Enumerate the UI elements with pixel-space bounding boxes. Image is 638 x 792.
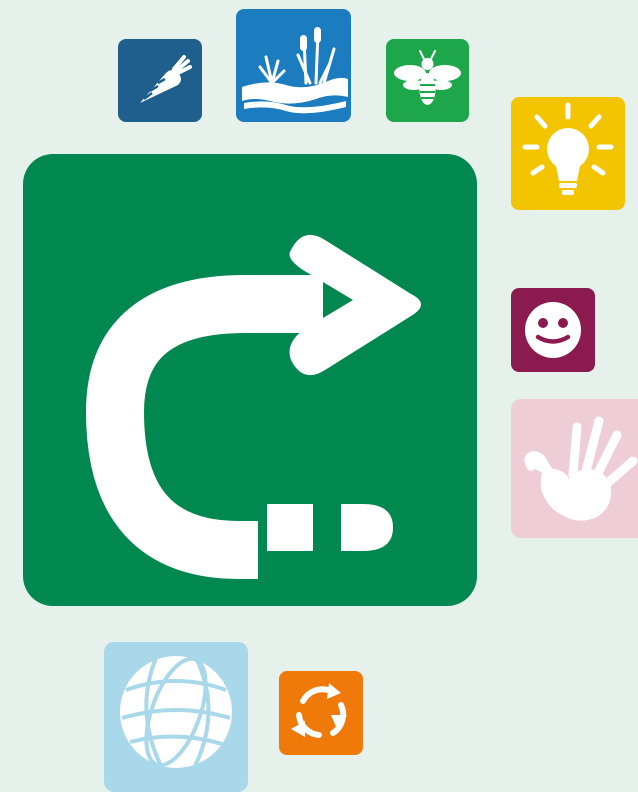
smiley-tile [511, 288, 595, 372]
recycle-tile [279, 671, 363, 755]
handprint-icon [511, 399, 638, 538]
globe-icon [104, 642, 248, 792]
carrot-icon [118, 39, 202, 122]
globe-tile [104, 642, 248, 792]
wetland-tile [236, 9, 351, 122]
redo-tile [23, 154, 477, 606]
carrot-tile [118, 39, 202, 122]
bee-icon [386, 39, 469, 122]
lightbulb-tile [511, 97, 625, 210]
bee-tile [386, 39, 469, 122]
lightbulb-icon [511, 97, 625, 210]
handprint-tile [511, 399, 638, 538]
wetland-icon [236, 9, 351, 122]
recycle-icon [279, 671, 363, 755]
smiley-icon [511, 288, 595, 372]
redo-arrow-icon [23, 154, 477, 606]
